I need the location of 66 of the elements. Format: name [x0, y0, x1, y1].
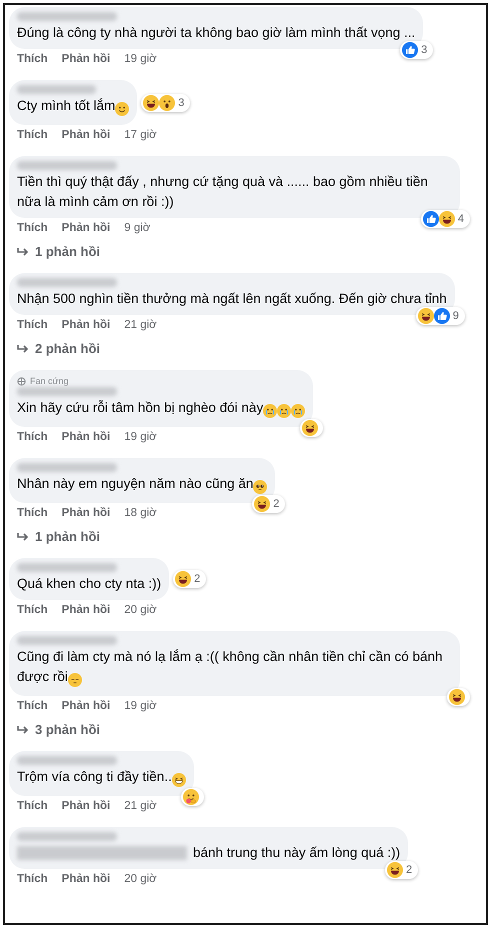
- globe-icon: [17, 376, 26, 386]
- like-button[interactable]: Thích: [17, 127, 48, 145]
- like-button[interactable]: Thích: [17, 698, 48, 716]
- reaction-summary[interactable]: 4: [420, 210, 470, 228]
- comment-text: bánh trung thu này ấm lòng quá :)): [193, 844, 400, 862]
- reply-button[interactable]: Phản hồi: [62, 51, 110, 69]
- reply-arrow-icon: [17, 344, 29, 354]
- reaction-count: 4: [456, 212, 465, 226]
- reply-button[interactable]: Phản hồi: [62, 505, 110, 523]
- reaction-count: 9: [452, 309, 460, 323]
- comment-text: Cũng đi làm cty mà nó lạ lắm ạ :(( không cần nhân tiền chỉ cần có bánh được rồi: [17, 647, 452, 690]
- like-button[interactable]: Thích: [17, 798, 48, 816]
- comment-text: Trộm vía công ti đầy tiền..: [17, 767, 186, 790]
- reply-arrow-icon: [17, 532, 29, 542]
- comment-time: 17 giờ: [124, 128, 157, 144]
- reply-button[interactable]: Phản hồi: [62, 698, 110, 716]
- comment-text: Nhân này em nguyện năm nào cũng ăn: [17, 474, 268, 497]
- reply-arrow-icon: [17, 247, 29, 257]
- view-replies-link[interactable]: 1 phản hồi: [9, 525, 100, 549]
- comment-time: 19 giờ: [124, 430, 157, 446]
- reply-button[interactable]: Phản hồi: [62, 871, 110, 889]
- reaction-summary[interactable]: [447, 688, 470, 706]
- reaction-count: 3: [177, 96, 186, 110]
- comment-text: Quá khen cho cty nta :)): [17, 575, 162, 593]
- reply-button[interactable]: Phản hồi: [62, 602, 110, 620]
- comment-time: 18 giờ: [124, 506, 157, 522]
- member-label: Fan cứng: [30, 376, 69, 386]
- reaction-summary[interactable]: [300, 419, 324, 437]
- view-replies-link[interactable]: 3 phản hồi: [9, 718, 100, 742]
- comment-text: Xin hãy cứu rỗi tâm hồn bị nghèo đói này: [17, 398, 306, 421]
- like-button[interactable]: Thích: [17, 602, 48, 620]
- reply-arrow-icon: [17, 725, 29, 735]
- reaction-summary[interactable]: 3: [141, 94, 190, 112]
- like-button[interactable]: Thích: [17, 220, 48, 238]
- comment-text: Tiền thì quý thật đấy , nhưng cứ tặng quà và ...... bao gồm nhiều tiền nữa là mình cảm ơn rồi :)): [17, 173, 429, 211]
- reaction-count: 2: [272, 497, 280, 511]
- reply-button[interactable]: Phản hồi: [62, 798, 110, 816]
- like-button[interactable]: Thích: [17, 505, 48, 523]
- view-replies-link[interactable]: 1 phản hồi: [9, 240, 100, 264]
- like-button[interactable]: Thích: [17, 317, 48, 335]
- reaction-summary[interactable]: 3: [400, 41, 434, 59]
- reaction-summary[interactable]: 2: [173, 570, 206, 588]
- reaction-count: 2: [405, 863, 414, 877]
- reaction-summary[interactable]: 9: [416, 307, 465, 325]
- reaction-count: 2: [193, 572, 202, 586]
- comment-text: Cty mình tốt lắm: [17, 96, 130, 119]
- reply-button[interactable]: Phản hồi: [62, 127, 110, 145]
- reply-button[interactable]: Phản hồi: [62, 317, 110, 335]
- comment-time: 19 giờ: [124, 52, 157, 68]
- reaction-summary[interactable]: 2: [385, 861, 418, 879]
- like-button[interactable]: Thích: [17, 429, 48, 447]
- reply-button[interactable]: Phản hồi: [62, 429, 110, 447]
- reaction-count: 3: [420, 43, 428, 57]
- comment-time: 21 giờ: [124, 318, 157, 334]
- reply-button[interactable]: Phản hồi: [62, 220, 110, 238]
- comment-time: 19 giờ: [124, 699, 157, 714]
- reaction-summary[interactable]: 2: [252, 495, 286, 513]
- comment-time: 21 giờ: [124, 799, 157, 814]
- like-button[interactable]: Thích: [17, 871, 48, 889]
- comment-time: 20 giờ: [124, 872, 157, 888]
- comment-text: Nhận 500 nghìn tiền thưởng mà ngất lên ngất xuống. Đến giờ chưa tỉnh: [17, 290, 447, 308]
- comment-time: 20 giờ: [124, 603, 157, 618]
- view-replies-link[interactable]: 2 phản hồi: [9, 337, 100, 361]
- comment-time: 9 giờ: [124, 221, 150, 236]
- comment-text: Đúng là công ty nhà người ta không bao giờ làm mình thất vọng ...: [17, 24, 416, 42]
- like-button[interactable]: Thích: [17, 51, 48, 69]
